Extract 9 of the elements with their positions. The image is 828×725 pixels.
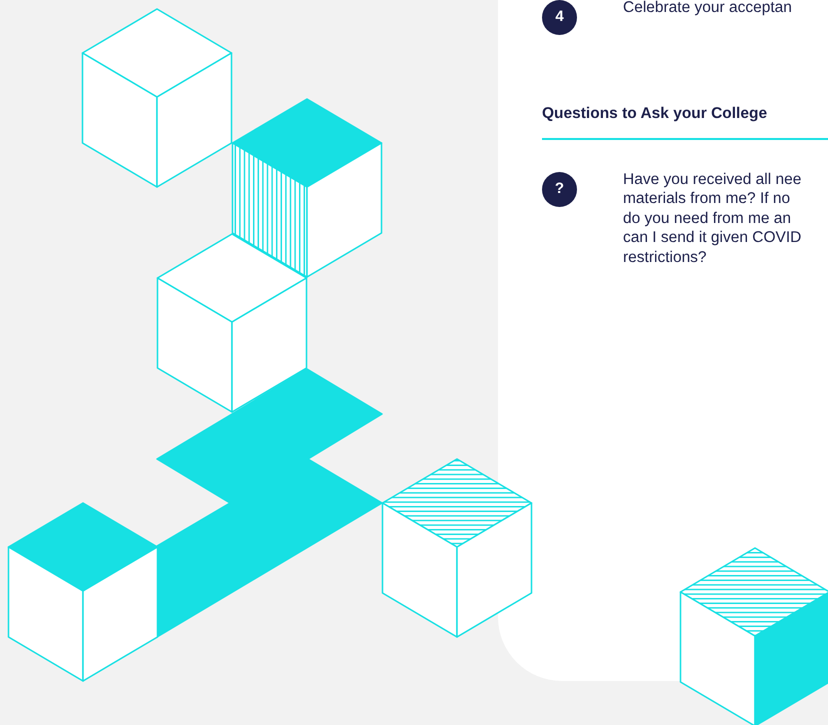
- question-text-line: materials from me? If no: [623, 189, 792, 209]
- step-text: Celebrate your acceptan: [623, 0, 792, 18]
- section-heading: Questions to Ask your College: [542, 105, 768, 124]
- question-text-line: Have you received all nee: [623, 170, 802, 190]
- step-number: 4: [542, 0, 577, 35]
- question-mark-badge: ?: [542, 172, 577, 207]
- question-text-line: restrictions?: [623, 248, 708, 268]
- question-text-line: do you need from me an: [623, 208, 792, 228]
- question-text-line: can I send it given COVID: [623, 228, 802, 248]
